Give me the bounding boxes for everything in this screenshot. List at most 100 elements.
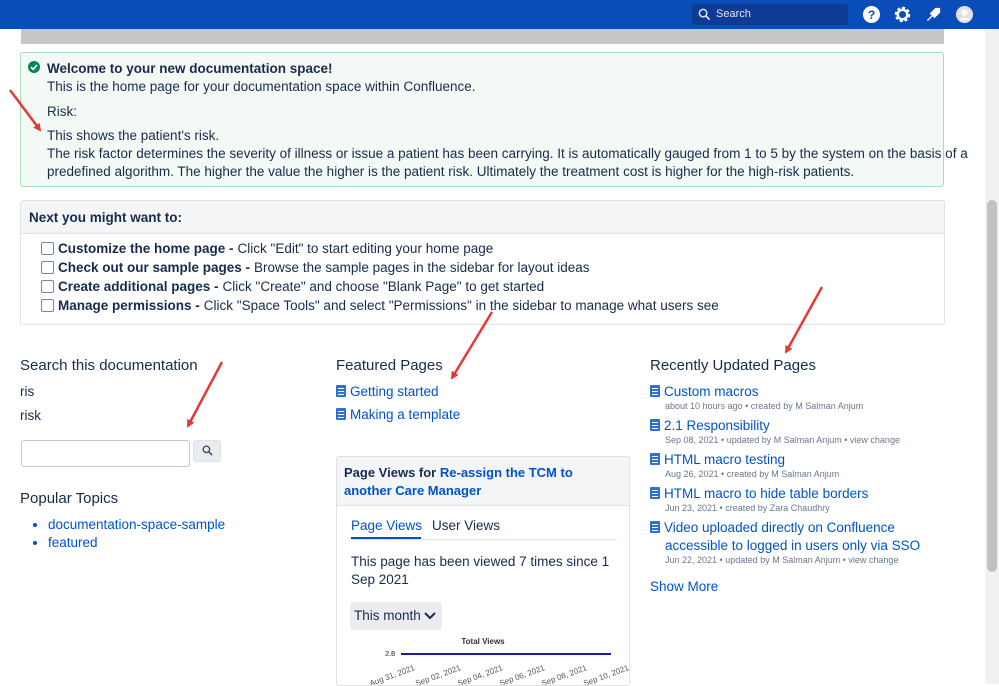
task-text: Click "Edit" to start editing your home …: [237, 241, 494, 256]
task-title: Customize the home page -: [58, 241, 234, 256]
show-more-label[interactable]: Show More: [650, 579, 718, 594]
page-icon: [650, 487, 660, 499]
recent-page-meta: Jun 23, 2021 • created by Zara Chaudhry: [665, 503, 830, 513]
total-views-chart: Total Views2.82.0Aug 31, 2021Sep 02, 202…: [368, 637, 630, 686]
recent-page-link[interactable]: Custom macros: [650, 384, 759, 399]
x-tick-label: Sep 10, 2021: [582, 663, 630, 686]
featured-page-link[interactable]: Making a template: [336, 407, 460, 422]
recent-page-meta: about 10 hours ago • created by M Salman…: [665, 401, 864, 411]
recent-page-meta: Sep 08, 2021 • updated by M Salman Anjum…: [665, 435, 900, 445]
page-icon: [650, 453, 660, 465]
popular-topics-list: documentation-space-sample featured: [28, 516, 225, 552]
svg-text:?: ?: [868, 8, 876, 22]
risk-detail-line-2: predefined algorithm. The higher the val…: [47, 164, 855, 179]
x-tick-label: Sep 02, 2021: [414, 663, 462, 686]
doc-search-input[interactable]: [21, 440, 190, 467]
task-checkbox[interactable]: [41, 242, 54, 255]
topic-link[interactable]: documentation-space-sample: [48, 516, 225, 534]
recent-page-title[interactable]: Video uploaded directly on Confluence: [664, 520, 895, 535]
task-title: Create additional pages -: [58, 279, 219, 294]
next-steps-header: Next you might want to:: [21, 201, 944, 234]
task-checkbox[interactable]: [41, 280, 54, 293]
page-views-prefix: Page Views for: [344, 465, 437, 480]
search-doc-title: Search this documentation: [20, 357, 198, 374]
page-views-panel: Page Views for Re-assign the TCM to anot…: [336, 456, 630, 686]
x-tick-label: Aug 31, 2021: [368, 663, 416, 686]
chevron-down-icon: [424, 612, 436, 620]
page-icon: [336, 385, 346, 397]
featured-page-link[interactable]: Getting started: [336, 384, 439, 399]
x-tick-label: Sep 06, 2021: [498, 663, 546, 686]
chart-title: Total Views: [461, 637, 505, 646]
task-item: Check out our sample pages - Browse the …: [41, 260, 590, 275]
page-icon: [650, 419, 660, 431]
recent-page-link[interactable]: 2.1 Responsibility: [650, 418, 770, 433]
welcome-title: Welcome to your new documentation space!: [47, 61, 333, 76]
recent-page-meta: Aug 26, 2021 • created by M Salman Anjum: [665, 469, 840, 479]
recent-page-title[interactable]: HTML macro to hide table borders: [664, 486, 868, 501]
task-text: Click "Space Tools" and select "Permissi…: [203, 298, 719, 313]
search-icon: [202, 445, 213, 456]
next-steps-panel: Next you might want to: Customize the ho…: [20, 200, 945, 325]
x-tick-label: Sep 04, 2021: [456, 663, 504, 686]
search-term: risk: [20, 408, 41, 423]
search-term: ris: [20, 384, 35, 399]
period-dropdown-label: This month: [354, 608, 421, 623]
topic-link-label[interactable]: documentation-space-sample: [48, 517, 225, 532]
task-checkbox[interactable]: [41, 261, 54, 274]
featured-pages-title: Featured Pages: [336, 357, 443, 374]
task-title: Check out our sample pages -: [58, 260, 251, 275]
recent-page-meta: Jun 22, 2021 • updated by M Salman Anjum…: [665, 555, 899, 565]
risk-detail-line-1: The risk factor determines the severity …: [47, 146, 968, 161]
task-item: Create additional pages - Click "Create"…: [41, 279, 544, 294]
recent-page-title[interactable]: 2.1 Responsibility: [664, 418, 770, 433]
recent-page-link[interactable]: HTML macro to hide table borders: [650, 486, 868, 501]
recent-page-title[interactable]: Custom macros: [664, 384, 759, 399]
top-navigation-bar: Search ?: [0, 0, 999, 29]
risk-label: Risk:: [47, 104, 77, 119]
topic-link-label[interactable]: featured: [48, 535, 98, 550]
featured-page-label[interactable]: Making a template: [350, 407, 460, 422]
search-input[interactable]: Search: [692, 4, 848, 25]
page-icon: [336, 408, 346, 420]
topic-link[interactable]: featured: [48, 534, 225, 552]
featured-page-label[interactable]: Getting started: [350, 384, 439, 399]
show-more-link[interactable]: Show More: [650, 579, 718, 594]
task-text: Click "Create" and choose "Blank Page" t…: [222, 279, 545, 294]
x-tick-label: Sep 08, 2021: [540, 663, 588, 686]
popular-topics-title: Popular Topics: [20, 490, 119, 507]
page-icon: [650, 521, 660, 533]
recent-page-link-continued[interactable]: accessible to logged in users only via S…: [665, 538, 920, 553]
recent-page-link[interactable]: Video uploaded directly on Confluence: [650, 520, 895, 535]
task-text: Browse the sample pages in the sidebar f…: [254, 260, 590, 275]
recent-page-link[interactable]: HTML macro testing: [650, 452, 785, 467]
tab-page-views[interactable]: Page Views: [351, 518, 422, 533]
page-views-tabs: Page Views User Views: [351, 517, 617, 540]
tab-user-views[interactable]: User Views: [432, 518, 500, 533]
page-icon: [650, 385, 660, 397]
period-dropdown[interactable]: This month: [350, 602, 442, 630]
task-item: Manage permissions - Click "Space Tools"…: [41, 298, 719, 313]
recent-page-title-line-2[interactable]: accessible to logged in users only via S…: [665, 538, 920, 553]
search-placeholder: Search: [716, 8, 751, 20]
active-tab-indicator: [351, 537, 421, 539]
success-check-icon: [28, 61, 40, 73]
page-views-title: Page Views for Re-assign the TCM to anot…: [344, 464, 624, 500]
recent-page-title[interactable]: HTML macro testing: [664, 452, 785, 467]
search-icon: [698, 8, 711, 21]
task-item: Customize the home page - Click "Edit" t…: [41, 241, 493, 256]
risk-description: This shows the patient's risk.: [47, 128, 220, 143]
page-banner-strip: [21, 29, 944, 44]
welcome-panel: Welcome to your new documentation space!…: [20, 52, 968, 187]
help-icon[interactable]: ?: [862, 5, 881, 24]
task-title: Manage permissions -: [58, 298, 200, 313]
recently-updated-title: Recently Updated Pages: [650, 357, 816, 374]
gear-icon[interactable]: [893, 5, 912, 24]
views-summary: This page has been viewed 7 times since …: [351, 554, 610, 587]
page-scrollbar-thumb[interactable]: [987, 200, 997, 572]
notifications-icon[interactable]: [924, 5, 943, 24]
avatar-icon[interactable]: [955, 5, 974, 24]
task-checkbox[interactable]: [41, 299, 54, 312]
doc-search-button[interactable]: [193, 440, 221, 462]
y-tick-label: 2.0: [385, 651, 395, 658]
